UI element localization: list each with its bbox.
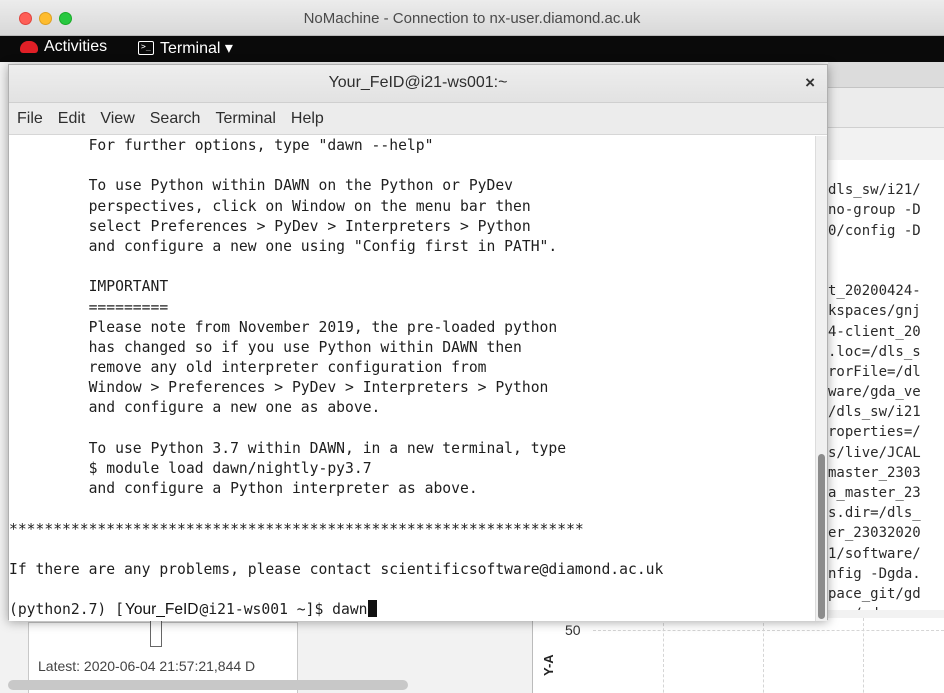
menu-search[interactable]: Search [150, 110, 201, 128]
prompt-command: dawn [332, 601, 368, 619]
plot-gridline [763, 618, 764, 693]
terminal-line: Please note from November 2019, the pre-… [9, 318, 558, 336]
plot-y-axis-label: Y-A [541, 654, 556, 676]
terminal-line: ****************************************… [9, 520, 584, 538]
background-console-line [828, 241, 944, 261]
background-console-line [828, 261, 944, 281]
terminal-menubar: File Edit View Search Terminal Help [9, 103, 827, 135]
terminal-scroll-thumb[interactable] [818, 454, 825, 619]
background-plot: Y-A 50 [532, 618, 944, 693]
mac-titlebar: NoMachine - Connection to nx-user.diamon… [0, 0, 944, 36]
background-console-line: .loc=/dls_s [828, 343, 921, 360]
terminal-line: To use Python 3.7 within DAWN, in a new … [9, 439, 567, 457]
terminal-scrollbar[interactable] [815, 136, 827, 621]
activities-label: Activities [44, 38, 108, 55]
background-horizontal-scrollbar[interactable] [8, 680, 408, 690]
background-console-line: s/live/JCAL [828, 444, 921, 461]
redhat-logo-icon [20, 41, 38, 53]
background-console-line: no-group -D [828, 202, 921, 219]
background-console-line: nfig -Dgda. [828, 565, 921, 582]
background-console-line: er_23032020 [828, 525, 921, 542]
terminal-line: and configure a Python interpreter as ab… [9, 480, 478, 498]
terminal-line: If there are any problems, please contac… [9, 560, 664, 578]
prompt-user: Your_FeID [123, 601, 200, 619]
background-console-line: pace_git/gd [828, 585, 921, 602]
background-console-line: rorFile=/dl [828, 363, 921, 380]
terminal-line: remove any old interpreter configuration… [9, 359, 487, 377]
background-console-line: a_master_23 [828, 485, 921, 501]
menu-terminal[interactable]: Terminal [215, 110, 275, 128]
background-scroll-thumb[interactable] [150, 617, 162, 647]
terminal-titlebar: Your_FeID@i21-ws001:~ × [9, 65, 827, 103]
terminal-line: select Preferences > PyDev > Interpreter… [9, 217, 531, 235]
activities-button[interactable]: Activities [20, 38, 107, 56]
background-status-text: Latest: 2020-06-04 21:57:21,844 D [38, 658, 256, 674]
gnome-top-bar: Activities >_ Terminal ▾ [0, 36, 944, 62]
terminal-line: For further options, type "dawn --help" [9, 137, 434, 154]
background-console-line: ons/gda_mas [828, 604, 944, 610]
plot-y-tick: 50 [565, 622, 581, 638]
background-console-line [828, 160, 944, 180]
background-toolbar [828, 88, 944, 128]
terminal-title: Your_FeID@i21-ws001:~ [328, 74, 508, 91]
background-console-line: master_2303 [828, 464, 921, 481]
terminal-line: IMPORTANT [9, 278, 169, 296]
background-console-line: dls_sw/i21/ [828, 182, 921, 199]
background-console-line: roperties=/ [828, 424, 921, 441]
terminal-prompt-line[interactable]: (python2.7) [Your_FeID@i21-ws001 ~]$ daw… [9, 600, 817, 620]
terminal-line: To use Python within DAWN on the Python … [9, 177, 514, 195]
menu-help[interactable]: Help [291, 110, 324, 128]
plot-gridline [663, 618, 664, 693]
background-console-line: t_20200424- [828, 283, 921, 300]
background-console-line: 4-client_20 [828, 323, 921, 340]
background-console-line: 0/config -D [828, 222, 921, 239]
terminal-output[interactable]: For further options, type "dawn --help" … [9, 136, 817, 621]
background-console-line: kspaces/gnj [828, 303, 921, 320]
plot-gridline [593, 630, 944, 631]
window-title: NoMachine - Connection to nx-user.diamon… [303, 10, 641, 27]
background-console-line: s.dir=/dls_ [828, 505, 921, 522]
prompt-prefix: (python2.7) [ [9, 601, 124, 619]
terminal-line: ========= [9, 298, 169, 316]
prompt-host: @i21-ws001 ~]$ [199, 601, 333, 619]
plot-gridline [863, 618, 864, 693]
close-icon[interactable]: × [805, 73, 815, 93]
terminal-line: and configure a new one using "Config fi… [9, 237, 558, 255]
terminal-cursor [367, 600, 377, 618]
background-console-line: 1/software/ [828, 545, 921, 562]
terminal-app-icon: >_ [138, 41, 154, 55]
terminal-line: has changed so if you use Python within … [9, 338, 522, 356]
menu-file[interactable]: File [17, 110, 43, 128]
background-console-line: ware/gda_ve [828, 384, 921, 401]
terminal-line: perspectives, click on Window on the men… [9, 197, 531, 215]
terminal-window: Your_FeID@i21-ws001:~ × File Edit View Sear… [8, 64, 828, 621]
background-tab-bar [828, 62, 944, 88]
terminal-line: and configure a new one as above. [9, 399, 381, 417]
terminal-line: Window > Preferences > PyDev > Interpret… [9, 379, 549, 397]
background-console-line: /dls_sw/i21 [828, 404, 921, 421]
terminal-line: $ module load dawn/nightly-py3.7 [9, 460, 372, 477]
terminal-app-menu[interactable]: >_ Terminal ▾ [138, 38, 233, 58]
menu-view[interactable]: View [100, 110, 134, 128]
terminal-app-menu-label: Terminal ▾ [160, 40, 233, 57]
background-console: dls_sw/i21/no-group -D 0/config -D t_20200… [828, 160, 944, 610]
menu-edit[interactable]: Edit [58, 110, 86, 128]
